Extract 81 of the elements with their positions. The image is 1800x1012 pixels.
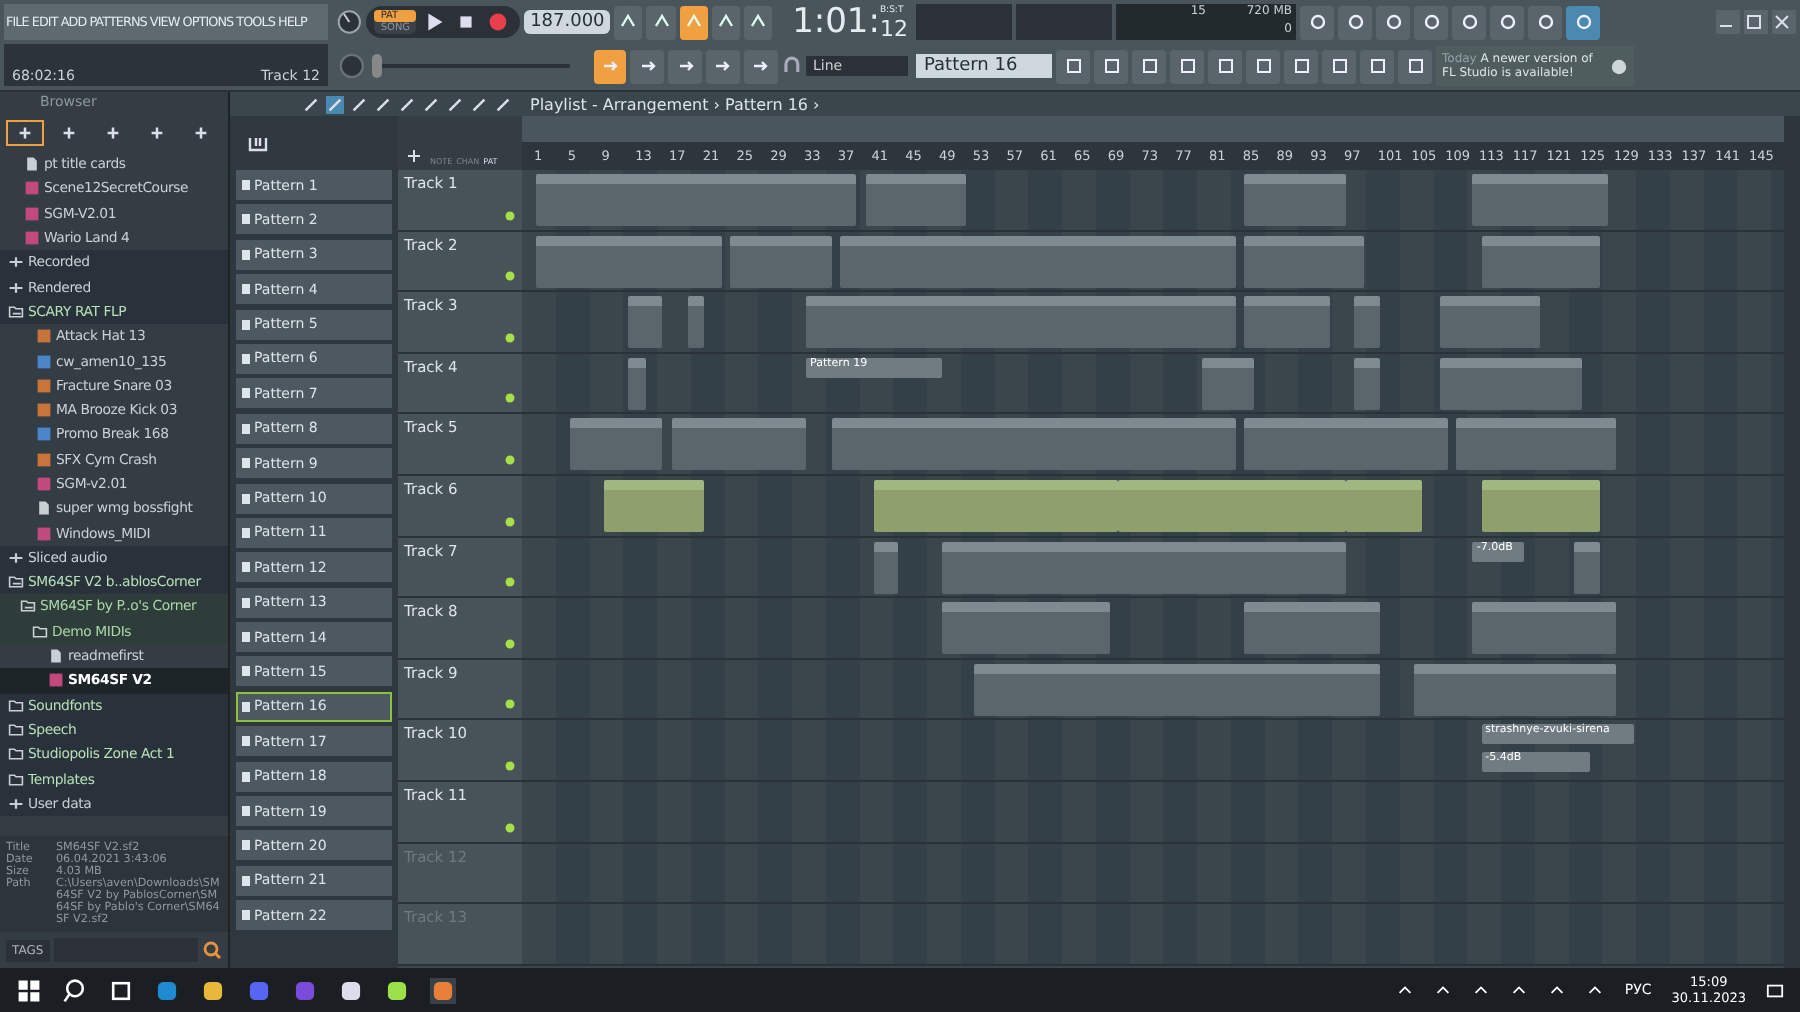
track-enabled-icon[interactable] <box>504 209 516 222</box>
plus-icon[interactable] <box>6 120 44 146</box>
pattern-clip[interactable] <box>1455 418 1617 471</box>
pattern-clip[interactable] <box>536 174 857 226</box>
pattern-clip[interactable] <box>941 602 1110 655</box>
pattern-clip[interactable] <box>941 541 1347 594</box>
plus-icon <box>8 549 24 566</box>
document-icon <box>36 500 52 517</box>
pattern-clip[interactable] <box>1244 235 1364 288</box>
song-time: 1:01: <box>792 2 880 42</box>
pattern-clip[interactable] <box>1354 296 1380 349</box>
pattern-clip[interactable] <box>1244 296 1330 349</box>
maximize-icon[interactable] <box>1744 10 1768 34</box>
plus-icon <box>8 279 24 296</box>
document-icon <box>48 648 64 665</box>
close-icon[interactable] <box>1772 10 1796 34</box>
pattern-clip[interactable] <box>687 296 705 349</box>
pattern-clip[interactable] <box>839 235 1237 288</box>
piano-icon[interactable] <box>248 133 268 153</box>
pattern-clip[interactable] <box>1574 541 1600 594</box>
plus-icon <box>8 795 24 812</box>
tempo-display[interactable]: 187.000 <box>524 10 611 34</box>
pattern-clip[interactable] <box>1439 357 1583 410</box>
pattern-clip[interactable] <box>1472 602 1617 655</box>
pattern-clip[interactable] <box>1472 174 1608 226</box>
pattern-clip[interactable] <box>730 235 832 288</box>
magnet-icon <box>781 56 801 76</box>
minimize-icon[interactable] <box>1716 10 1740 34</box>
pattern-clip[interactable] <box>1354 357 1380 410</box>
track-enabled-icon[interactable] <box>504 759 516 772</box>
plus-icon <box>8 254 24 271</box>
overview-scrollbar[interactable] <box>522 116 1784 142</box>
vertical-scrollbar[interactable] <box>1784 116 1800 968</box>
task-view-icon[interactable] <box>108 977 134 1003</box>
pattern-clip[interactable] <box>628 357 646 410</box>
song-ticks: 12 <box>879 16 908 42</box>
track-enabled-icon[interactable] <box>504 576 516 589</box>
pattern-clip[interactable] <box>1244 418 1448 471</box>
track-enabled-icon[interactable] <box>504 270 516 283</box>
pattern-clip[interactable] <box>865 174 967 226</box>
pattern-clip[interactable] <box>671 418 807 471</box>
pattern-clip[interactable] <box>1202 357 1254 410</box>
track-enabled-icon[interactable] <box>504 515 516 528</box>
pattern-selector[interactable]: Pattern 16 <box>916 54 1052 78</box>
pattern-clip[interactable] <box>873 541 899 594</box>
track-enabled-icon[interactable] <box>504 453 516 466</box>
search-icon[interactable] <box>62 977 88 1003</box>
pattern-clip[interactable] <box>873 479 1119 532</box>
app-icon[interactable] <box>338 977 364 1003</box>
chevron-up-icon[interactable] <box>1396 981 1415 999</box>
pattern-clip[interactable] <box>974 663 1380 716</box>
app-icon[interactable] <box>430 977 456 1003</box>
document-icon <box>24 156 40 173</box>
pattern-clip[interactable] <box>1481 235 1600 288</box>
track-enabled-icon[interactable] <box>504 392 516 405</box>
app-icon[interactable] <box>384 977 410 1003</box>
pattern-clip[interactable] <box>536 235 722 288</box>
pattern-clip[interactable] <box>1439 296 1541 349</box>
notification-icon[interactable] <box>1766 981 1784 999</box>
pattern-clip[interactable] <box>1346 479 1423 532</box>
volume-knob-icon[interactable] <box>336 6 363 38</box>
track-enabled-icon[interactable] <box>504 698 516 711</box>
file-type-icon <box>48 672 64 689</box>
playlist-title: Playlist - Arrangement › Pattern 16 › <box>530 95 820 113</box>
track-enabled-icon[interactable] <box>504 821 516 834</box>
pencil-icon[interactable] <box>302 95 320 113</box>
pattern-clip[interactable] <box>1481 479 1600 532</box>
pattern-clip[interactable] <box>831 418 1237 471</box>
file-type-icon <box>36 525 52 542</box>
pattern-clip[interactable] <box>1244 602 1380 655</box>
pitch-knob-icon[interactable] <box>336 50 368 82</box>
pattern-clip[interactable] <box>569 418 663 471</box>
start-icon[interactable] <box>16 977 42 1003</box>
track-enabled-icon[interactable] <box>504 637 516 650</box>
pattern-clip[interactable] <box>806 296 1237 349</box>
track-enabled-icon[interactable] <box>504 331 516 344</box>
pattern-clip[interactable] <box>628 296 663 349</box>
pattern-clip[interactable] <box>1244 174 1347 226</box>
pattern-clip[interactable] <box>603 479 705 532</box>
pattern-clip[interactable] <box>1413 663 1617 716</box>
slider-thumb[interactable] <box>371 54 382 78</box>
